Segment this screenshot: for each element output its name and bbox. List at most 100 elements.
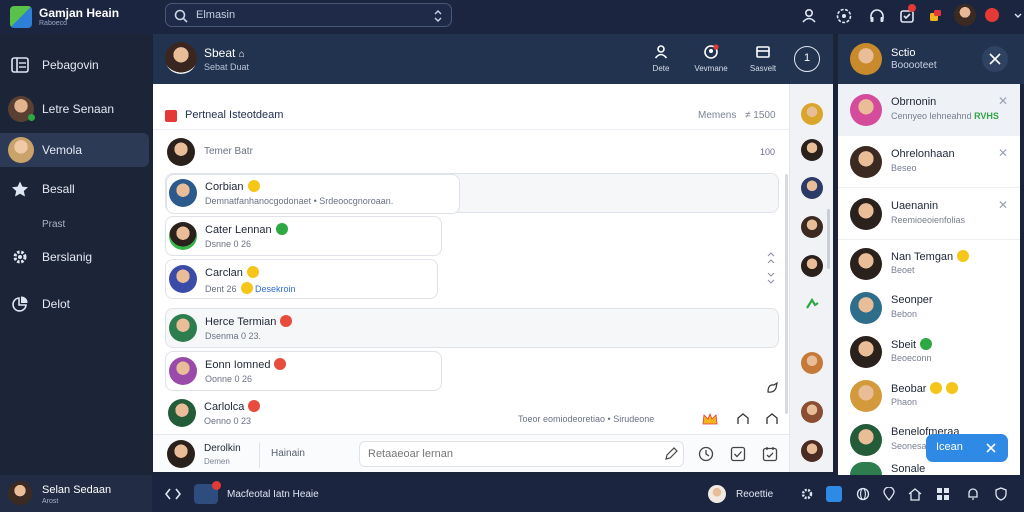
list-item[interactable]: Sbeit Beoeconn — [838, 330, 1020, 374]
member-avatar[interactable] — [801, 352, 823, 374]
list-item[interactable]: Seonper Bebon — [838, 286, 1020, 330]
app-icon[interactable] — [826, 486, 842, 502]
member-avatar[interactable] — [801, 103, 823, 125]
member-avatar[interactable] — [801, 177, 823, 199]
message-row[interactable]: Cater Lennan Dsnne 0 26 — [165, 216, 442, 256]
message-text: Dent 26 Desekroin — [205, 282, 296, 294]
sidebar-item-label: Besall — [42, 182, 75, 196]
message-row[interactable]: Carlolca Oenno 0 23 — [165, 394, 442, 434]
trophy-icon[interactable] — [926, 7, 944, 25]
message-text: Oonne 0 26 — [205, 374, 253, 384]
chat-title: Sbeat ⌂ — [204, 46, 245, 60]
star-icon — [10, 180, 30, 198]
alert-icon[interactable] — [985, 8, 999, 22]
message-area: Pertneal Isteotdeam Memens ≠ 1500 Temer … — [153, 84, 789, 472]
message-input[interactable] — [359, 441, 684, 467]
sidebar-item-delot[interactable]: Delot — [0, 287, 152, 321]
members-button[interactable]: Dete — [635, 42, 687, 78]
scrollbar[interactable] — [785, 174, 788, 414]
info-button[interactable]: 1 — [794, 46, 820, 72]
sidebar-item-pebagovin[interactable]: Pebagovin — [0, 48, 152, 82]
dismiss-icon[interactable]: ✕ — [998, 146, 1008, 160]
dismiss-icon[interactable]: ✕ — [998, 94, 1008, 108]
current-user[interactable]: Selan Sedaan Arost — [0, 475, 152, 512]
sidebar-item-berslanig[interactable]: Berslanig — [0, 240, 152, 274]
member-avatar[interactable] — [801, 255, 823, 277]
list-item[interactable]: Uaenanin Reemioeoienfolias ✕ — [838, 188, 1020, 240]
reply-icon[interactable] — [765, 412, 779, 426]
avatar — [850, 94, 882, 126]
contact-avatar[interactable] — [708, 485, 726, 503]
window-button[interactable]: Sasvelt — [737, 42, 789, 78]
pen-icon[interactable] — [663, 446, 679, 462]
globe-icon[interactable] — [856, 487, 870, 501]
calendar-icon[interactable] — [762, 446, 778, 462]
settings-icon[interactable] — [800, 487, 814, 501]
message-row[interactable]: Corbian Demnatfanhanocgodonaet • Srdeooc… — [165, 173, 779, 214]
message-row[interactable]: Eonn Iomned Oonne 0 26 — [165, 351, 442, 391]
item-name: Sbeit — [891, 338, 933, 351]
list-icon — [10, 56, 30, 74]
member-avatar[interactable] — [801, 401, 823, 423]
sidebar-item-prast[interactable]: Prast — [0, 209, 152, 243]
sidebar-item-label: Vemola — [42, 143, 83, 157]
globe-icon[interactable] — [835, 7, 853, 25]
sidebar-item-letre-senaan[interactable]: Letre Senaan — [0, 92, 152, 126]
item-name: Obrnonin — [891, 96, 937, 108]
sidebar-item-label: Pebagovin — [42, 58, 99, 72]
panel-avatar[interactable] — [850, 43, 882, 75]
member-avatar[interactable] — [801, 216, 823, 238]
add-member-button[interactable]: Vevmane — [685, 42, 737, 78]
scroll-arrows-icon[interactable] — [766, 250, 776, 286]
message-link[interactable]: Desekroin — [255, 284, 296, 294]
message-row[interactable]: Herce Termian Dsenma 0 23. — [165, 308, 779, 348]
shield-icon[interactable] — [994, 487, 1008, 501]
message-row[interactable]: Carclan Dent 26 Desekroin — [165, 259, 438, 299]
item-name: Seonper — [891, 294, 933, 306]
sort-icon[interactable] — [433, 9, 443, 23]
search-input[interactable]: Elmasin — [165, 3, 452, 27]
avatar — [168, 399, 196, 427]
pinned-bar[interactable]: Pertneal Isteotdeam Memens ≠ 1500 — [153, 104, 789, 130]
chevron-down-icon[interactable] — [1014, 10, 1022, 22]
list-item[interactable]: Sonale — [838, 462, 1020, 475]
sidebar-item-besall[interactable]: Besall — [0, 172, 152, 206]
close-panel-button[interactable] — [982, 46, 1008, 72]
list-item[interactable]: Nan Temgan Beoet — [838, 242, 1020, 286]
crown-icon[interactable] — [702, 412, 718, 426]
thread-header[interactable]: Temer Batr 100 — [153, 138, 789, 168]
avatar — [169, 357, 197, 385]
share-icon[interactable] — [736, 412, 750, 426]
list-item[interactable]: Ohrelonhaan Beseo ✕ — [838, 136, 1020, 188]
people-icon[interactable] — [800, 7, 818, 25]
reaction-icon[interactable] — [765, 381, 779, 395]
member-avatar[interactable] — [801, 139, 823, 161]
clock-icon[interactable] — [698, 446, 714, 462]
check-icon[interactable] — [730, 446, 746, 462]
profile-avatar[interactable] — [954, 4, 976, 26]
headset-icon[interactable] — [868, 7, 886, 25]
bottom-tab[interactable]: Macfeotal Iatn Heaie — [227, 489, 319, 500]
add-member-icon[interactable] — [803, 296, 821, 314]
list-item[interactable]: Beobar Phaon — [838, 374, 1020, 418]
scrollbar[interactable] — [827, 209, 830, 269]
bell-icon[interactable] — [966, 487, 980, 501]
code-icon[interactable] — [165, 487, 181, 501]
dismiss-icon[interactable]: ✕ — [998, 198, 1008, 212]
sidebar-item-vemola[interactable]: Vemola — [0, 133, 149, 167]
list-item[interactable]: Obrnonin Cennyeo lehneahnd RVHS ✕ — [838, 84, 1020, 136]
location-icon[interactable] — [882, 487, 896, 501]
pinned-meta: Memens — [698, 110, 737, 121]
home-icon[interactable] — [908, 487, 922, 501]
message-text: Demnatfanhanocgodonaet • Srdeoocgnoroaan… — [205, 196, 394, 206]
avatar — [850, 424, 882, 456]
right-panel-header: Sctio Booooteet — [838, 34, 1024, 84]
follow-button[interactable]: Icean — [926, 434, 1008, 462]
member-avatar[interactable] — [801, 440, 823, 462]
compose-tab[interactable]: Hainain — [271, 448, 305, 459]
chat-avatar[interactable] — [165, 42, 197, 74]
compose-avatar[interactable] — [167, 440, 195, 468]
grid-icon[interactable] — [936, 487, 950, 501]
notification-badge — [212, 481, 221, 490]
contact-name[interactable]: Reoettie — [736, 489, 773, 500]
